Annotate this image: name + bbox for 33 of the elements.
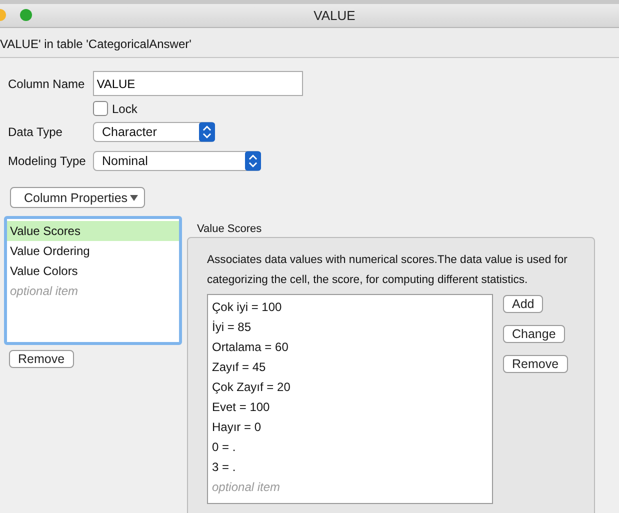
caret-icon [130,194,138,200]
field-label: Data Type [8,125,64,139]
field-label: Modeling Type [8,154,87,168]
column-name-field[interactable]: VALUE [92,71,303,96]
table-caption: VALUE' in table 'CategoricalAnswer' [0,36,192,53]
section-title: Value Scores [197,223,262,235]
column-properties-button[interactable]: Column Properties [10,187,145,208]
modeling-type-select[interactable]: Nominal [93,151,261,171]
action-button[interactable]: Remove [503,355,568,373]
list-item[interactable]: Evet = 100 [212,397,488,417]
field-label: Column Name [8,76,85,90]
action-button[interactable]: Add [503,295,544,313]
list-item[interactable]: Zayıf = 45 [212,357,488,377]
list-item[interactable]: Value Scores [7,221,179,241]
stepper-icon [199,122,215,142]
list-item[interactable]: 0 = . [212,437,488,457]
list-item[interactable]: Çok Zayıf = 20 [212,377,488,397]
action-button[interactable]: Change [503,325,565,343]
list-item[interactable]: Ortalama = 60 [212,337,488,357]
data-type-select[interactable]: Character [93,122,215,142]
zoom-icon[interactable] [20,9,32,21]
window-title: VALUE [312,8,356,23]
list-item[interactable]: Value Ordering [7,241,179,261]
list-item[interactable]: Çok iyi = 100 [212,297,488,317]
lock-checkbox[interactable] [93,101,108,116]
list-item[interactable]: Hayır = 0 [212,417,488,437]
remove-button[interactable]: Remove [9,350,74,368]
list-item[interactable]: Value Colors [7,261,179,281]
stepper-icon [245,151,261,171]
list-item[interactable]: İyi = 85 [212,317,488,337]
description-text: Associates data values with numerical scores.The data value is used for categorizing the cell, the score, for computing different statistics. [207,253,568,288]
checkbox-label: Lock [112,102,138,116]
list-item[interactable]: 3 = . [212,457,488,477]
